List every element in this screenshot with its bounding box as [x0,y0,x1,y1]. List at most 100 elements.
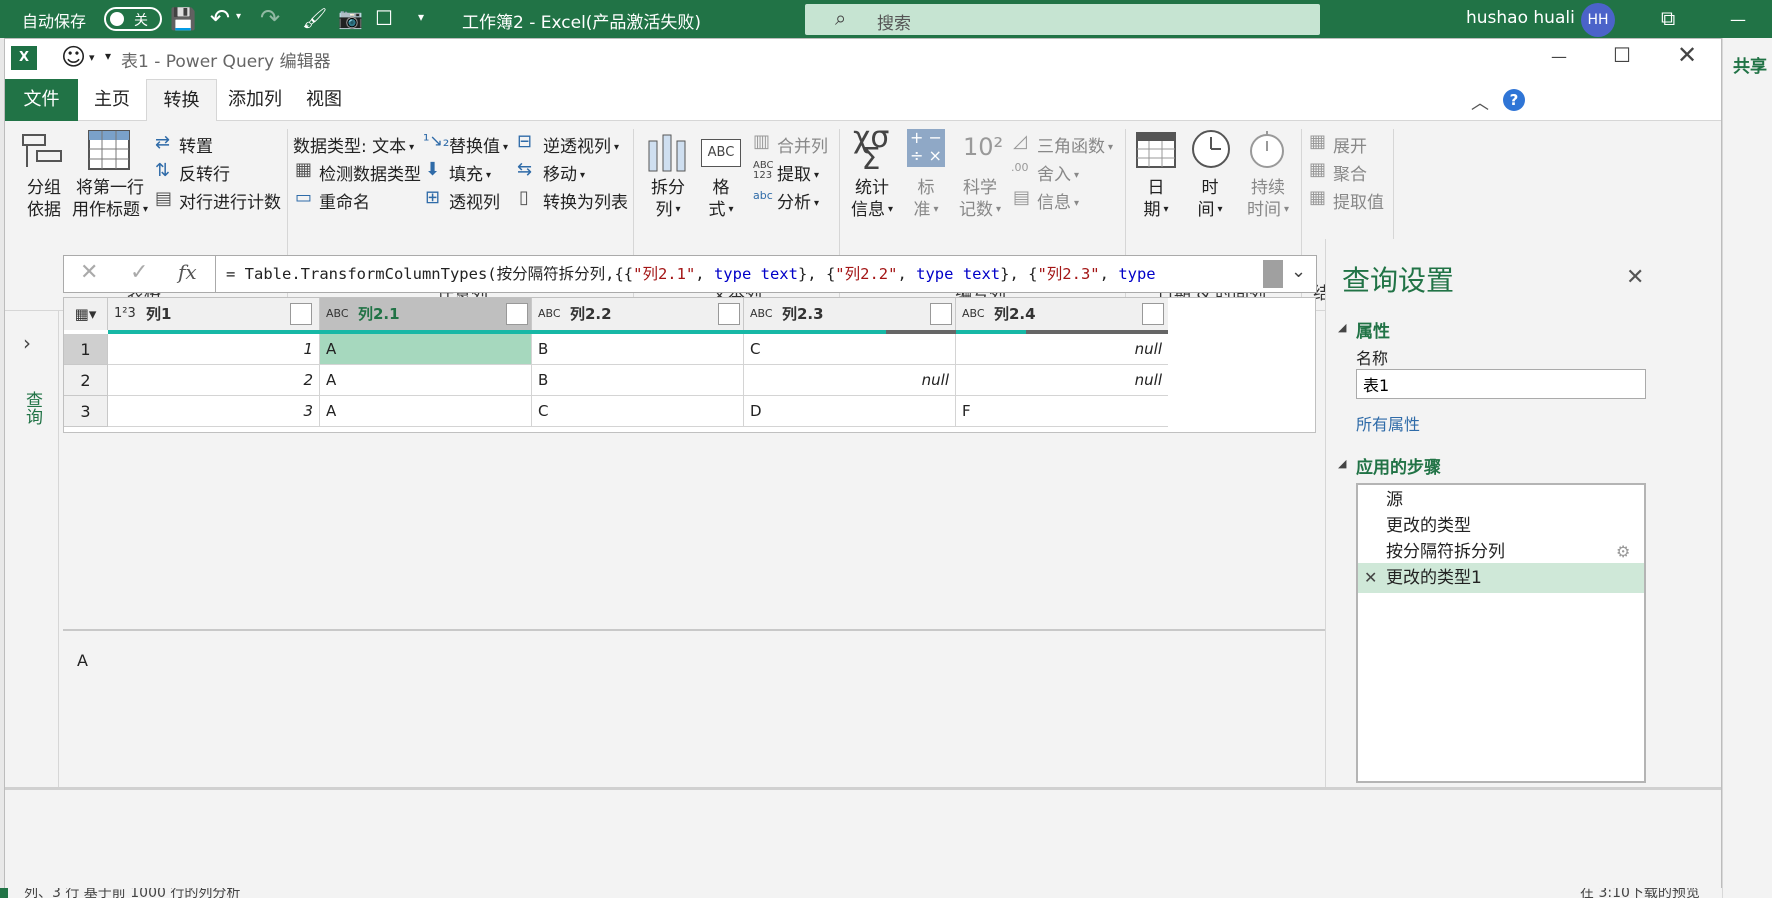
column-header-1[interactable]: 1²3 列1 [108,298,320,330]
filter-dropdown-icon[interactable] [930,303,952,325]
save-icon[interactable]: 💾 [170,7,196,32]
type-icon-number[interactable]: 1²3 [114,298,136,330]
aggregate-button[interactable]: 聚合 [1333,160,1367,185]
unpivot-button[interactable]: 逆透视列 ▾ [543,132,619,157]
first-row-header-button[interactable]: 将第一行 用作标题 ▾ [69,177,151,221]
collapse-triangle-icon[interactable]: ◢ [1338,321,1346,334]
table-cell-selected[interactable]: A [320,334,532,365]
share-button[interactable]: 共享 [1733,52,1767,77]
table-cell-null[interactable]: null [956,365,1168,396]
confirm-formula-icon[interactable]: ✓ [130,260,148,285]
column-header-4[interactable]: ABC 列2.3 [744,298,956,330]
merge-columns-button[interactable]: 合并列 [777,132,828,157]
excel-search-box[interactable]: ⌕ 搜索 [805,4,1320,35]
rounding-button[interactable]: 舍入 ▾ [1037,160,1079,185]
filter-dropdown-icon[interactable] [506,303,528,325]
tab-home[interactable]: 主页 [78,79,146,121]
type-icon-text[interactable]: ABC [962,298,985,330]
format-painter-icon[interactable]: 🖌 [302,6,327,30]
camera-icon[interactable]: 📷 [338,6,363,30]
formula-input[interactable]: = Table.TransformColumnTypes(按分隔符拆分列,{{"… [215,255,1317,293]
table-cell[interactable]: B [532,334,744,365]
type-icon-text[interactable]: ABC [750,298,773,330]
trig-button[interactable]: 三角函数 ▾ [1037,132,1113,157]
customize-toolbar-icon[interactable]: ▾ [418,10,424,24]
table-cell[interactable]: F [956,396,1168,427]
expand-button[interactable]: 展开 [1333,132,1367,157]
format-button[interactable]: 格 式 ▾ [701,177,741,221]
fill-button[interactable]: 填充 ▾ [449,160,491,185]
pivot-button[interactable]: 透视列 [449,188,500,213]
cancel-formula-icon[interactable]: ✕ [80,260,98,285]
formula-scroll-thumb[interactable] [1263,260,1283,288]
replace-values-button[interactable]: 替换值 ▾ [449,132,508,157]
touch-mode-icon[interactable]: ☐ [375,6,393,30]
query-name-input[interactable] [1356,369,1646,399]
tab-view[interactable]: 视图 [293,79,355,121]
group-by-button[interactable]: 分组 依据 [19,177,69,221]
scientific-button[interactable]: 科学 记数 ▾ [955,177,1005,221]
data-type-dropdown[interactable]: 数据类型: 文本 ▾ [293,132,414,157]
type-icon-text[interactable]: ABC [538,298,561,330]
table-cell[interactable]: A [320,365,532,396]
info-button[interactable]: 信息 ▾ [1037,188,1079,213]
standard-button[interactable]: 标 准 ▾ [903,177,949,221]
detect-type-button[interactable]: 检测数据类型 [319,160,421,185]
collapse-ribbon-icon[interactable]: ︿ [1471,89,1489,115]
smiley-icon[interactable]: ☺ [61,43,86,71]
maximize-icon[interactable]: ☐ [1613,43,1631,67]
expand-formula-icon[interactable]: ⌄ [1291,261,1306,282]
column-header-5[interactable]: ABC 列2.4 [956,298,1168,330]
tab-add-column[interactable]: 添加列 [217,79,293,121]
column-header-2[interactable]: ABC 列2.1 [320,298,532,330]
type-icon-text[interactable]: ABC [326,298,349,330]
rename-button[interactable]: 重命名 [319,188,370,213]
table-cell[interactable]: C [744,334,956,365]
table-cell[interactable]: B [532,365,744,396]
row-number[interactable]: 1 [64,334,108,365]
all-properties-link[interactable]: 所有属性 [1356,411,1420,435]
table-cell-null[interactable]: null [744,365,956,396]
qat-dropdown-icon[interactable]: ▾ [105,49,111,63]
split-column-button[interactable]: 拆分 列 ▾ [643,177,693,221]
close-settings-icon[interactable]: ✕ [1626,265,1644,290]
expand-queries-icon[interactable]: › [23,331,31,355]
statistics-button[interactable]: 统计 信息 ▾ [847,177,897,221]
table-cell[interactable]: 3 [108,396,320,427]
autosave-toggle[interactable]: 关 [104,7,162,31]
fx-icon[interactable]: fx [178,260,197,284]
close-window-icon[interactable]: ✕ [1677,41,1697,69]
parse-button[interactable]: 分析 ▾ [777,188,819,213]
undo-icon[interactable]: ↶ [210,4,230,32]
user-name[interactable]: hushao huali [1466,8,1575,28]
table-menu-icon[interactable]: ▦▾ [64,298,108,330]
reverse-rows-button[interactable]: 反转行 [179,160,230,185]
duration-button[interactable]: 持续 时间 ▾ [1239,177,1297,221]
tab-file[interactable]: 文件 [5,79,78,121]
row-number[interactable]: 3 [64,396,108,427]
user-avatar[interactable]: HH [1581,3,1615,37]
ribbon-display-icon[interactable]: ⧉ [1661,6,1675,30]
smiley-dropdown-icon[interactable]: ▾ [89,51,95,64]
step-changed-type-1[interactable]: ✕ 更改的类型1 [1358,563,1644,593]
table-cell[interactable]: 2 [108,365,320,396]
tab-transform[interactable]: 转换 [146,79,217,122]
table-cell[interactable]: C [532,396,744,427]
help-icon[interactable]: ? [1503,89,1525,111]
extract-values-button[interactable]: 提取值 [1333,188,1384,213]
time-button[interactable]: 时 间 ▾ [1187,177,1233,221]
column-header-3[interactable]: ABC 列2.2 [532,298,744,330]
minimize-excel-icon[interactable]: — [1730,10,1746,29]
count-rows-button[interactable]: 对行进行计数 [179,188,281,213]
delete-step-icon[interactable]: ✕ [1364,563,1377,593]
filter-dropdown-icon[interactable] [718,303,740,325]
transpose-button[interactable]: 转置 [179,132,213,157]
table-cell[interactable]: D [744,396,956,427]
queries-label[interactable]: 查询 [21,391,45,425]
table-cell-null[interactable]: null [956,334,1168,365]
table-cell[interactable]: 1 [108,334,320,365]
redo-icon[interactable]: ↷ [260,4,280,32]
date-button[interactable]: 日 期 ▾ [1133,177,1179,221]
to-list-button[interactable]: 转换为列表 [543,188,628,213]
row-number[interactable]: 2 [64,365,108,396]
